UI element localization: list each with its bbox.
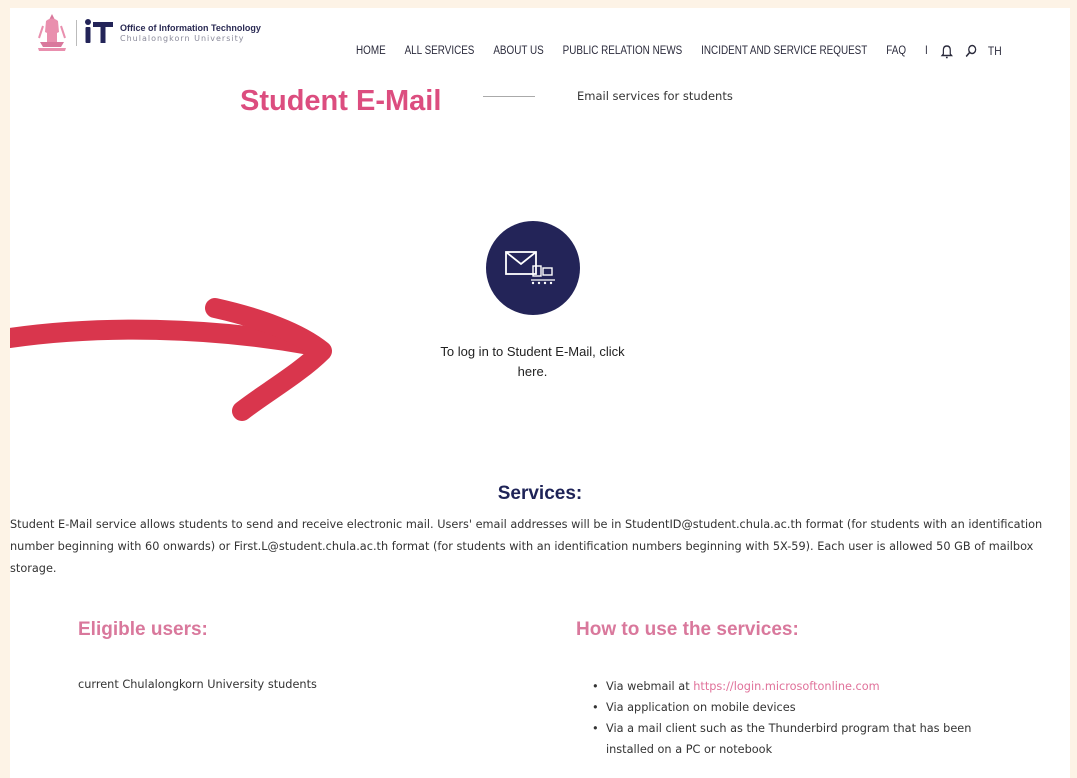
login-here-link[interactable]: here	[518, 364, 544, 379]
login-text-before: To log in to Student E-Mail, click	[440, 344, 625, 359]
services-heading: Services:	[497, 483, 583, 504]
how-to-use-list: Via webmail at https://login.microsofton…	[592, 676, 992, 760]
search-icon[interactable]	[964, 43, 978, 59]
it-logo-icon[interactable]	[84, 16, 114, 48]
chula-seal-icon[interactable]	[35, 12, 69, 52]
list-item: Via application on mobile devices	[592, 697, 992, 718]
student-email-login-button[interactable]	[486, 221, 580, 315]
org-name-line1: Office of Information Technology	[120, 23, 261, 33]
nav-faq[interactable]: FAQ	[886, 45, 906, 57]
services-description: Student E-Mail service allows students t…	[10, 518, 1043, 575]
title-divider	[483, 96, 535, 97]
logo-divider	[76, 20, 77, 46]
webmail-link[interactable]: https://login.microsoftonline.com	[693, 680, 879, 693]
nav-about-us[interactable]: ABOUT US	[493, 45, 543, 57]
eligible-users-text: current Chulalongkorn University student…	[78, 678, 317, 691]
login-text-after: .	[543, 364, 548, 379]
eligible-users-heading: Eligible users:	[78, 619, 208, 640]
page-frame: Office of Information Technology Chulalo…	[10, 8, 1070, 778]
main-nav: HOME ALL SERVICES ABOUT US PUBLIC RELATI…	[356, 43, 1002, 59]
org-name[interactable]: Office of Information Technology Chulalo…	[120, 23, 261, 44]
org-name-line2: Chulalongkorn University	[120, 34, 245, 43]
nav-separator: I	[924, 45, 928, 57]
webmail-prefix: Via webmail at	[606, 680, 690, 693]
nav-incident-service-request[interactable]: INCIDENT AND SERVICE REQUEST	[701, 45, 867, 57]
nav-home[interactable]: HOME	[356, 45, 386, 57]
nav-all-services[interactable]: ALL SERVICES	[405, 45, 475, 57]
nav-public-relation-news[interactable]: PUBLIC RELATION NEWS	[563, 45, 683, 57]
mail-icon	[505, 251, 555, 285]
red-arrow-annotation	[10, 298, 332, 421]
page-subtitle: Email services for students	[577, 89, 733, 103]
bell-icon[interactable]	[940, 43, 954, 59]
language-toggle[interactable]: TH	[988, 44, 1002, 58]
list-item: Via a mail client such as the Thunderbir…	[592, 718, 992, 760]
site-header: Office of Information Technology Chulalo…	[10, 8, 1070, 88]
how-to-use-heading: How to use the services:	[576, 619, 799, 640]
page-title: Student E-Mail	[240, 85, 442, 117]
list-item: Via webmail at https://login.microsofton…	[592, 676, 992, 697]
login-instruction: To log in to Student E-Mail, click here.	[415, 342, 650, 382]
